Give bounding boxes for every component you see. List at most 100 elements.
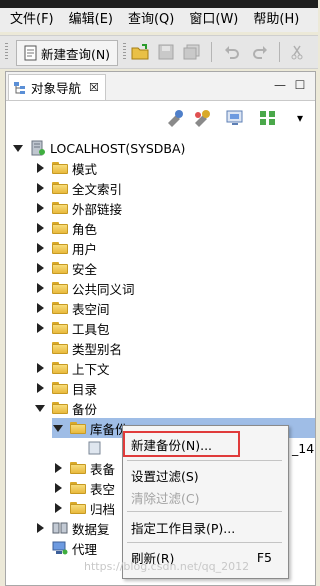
menu-separator bbox=[127, 542, 282, 543]
expand-icon[interactable] bbox=[34, 202, 46, 214]
cut-button[interactable] bbox=[287, 40, 307, 64]
tab-object-navigator[interactable]: 对象导航 ☒ bbox=[8, 74, 106, 100]
expand-icon[interactable] bbox=[34, 222, 46, 234]
tree-item-security[interactable]: 安全 bbox=[34, 258, 97, 278]
expand-all-icon[interactable] bbox=[258, 109, 278, 127]
toolbar-grip[interactable] bbox=[5, 43, 8, 61]
tree-label: 表空间 bbox=[72, 301, 110, 317]
new-query-label: 新建查询(N) bbox=[40, 46, 111, 62]
tree-label: 表空 bbox=[90, 481, 116, 497]
menu-file[interactable]: 文件(F) bbox=[0, 8, 59, 32]
tree-item-type-alias[interactable]: 类型别名 bbox=[34, 338, 122, 358]
menu-new-backup[interactable]: 新建备份(N)... bbox=[131, 433, 212, 455]
expand-icon[interactable] bbox=[34, 362, 46, 374]
watermark: https://blog.csdn.net/qq_2012 bbox=[84, 560, 250, 573]
tree-item-agent[interactable]: 代理 bbox=[34, 538, 97, 558]
tree-item-tablespace[interactable]: 表空间 bbox=[34, 298, 110, 318]
disconnect-icon[interactable] bbox=[192, 109, 212, 127]
tree-item-role[interactable]: 角色 bbox=[34, 218, 97, 238]
tree-label: 归档 bbox=[90, 501, 116, 517]
toolbar-grip[interactable] bbox=[123, 43, 126, 61]
expand-icon[interactable] bbox=[52, 482, 64, 494]
expand-icon[interactable] bbox=[34, 262, 46, 274]
folder-icon bbox=[52, 402, 68, 414]
tree-root[interactable]: LOCALHOST(SYSDBA) bbox=[12, 138, 185, 158]
panel-toolbar: ▾ bbox=[6, 102, 315, 134]
save-all-icon bbox=[183, 44, 200, 60]
folder-icon bbox=[52, 202, 68, 214]
expand-icon[interactable] bbox=[34, 182, 46, 194]
expand-icon[interactable] bbox=[52, 462, 64, 474]
expand-icon[interactable] bbox=[52, 502, 64, 514]
tree-label: 角色 bbox=[72, 221, 98, 237]
undo-button[interactable] bbox=[221, 40, 243, 64]
folder-icon bbox=[52, 242, 68, 254]
backup-file-suffix: _14 bbox=[292, 440, 315, 456]
expand-icon[interactable] bbox=[34, 282, 46, 294]
tree-item-table-backup[interactable]: 表备 bbox=[52, 458, 115, 478]
menu-window[interactable]: 窗口(W) bbox=[179, 8, 243, 32]
toolbar-separator bbox=[211, 42, 212, 62]
collapse-icon[interactable] bbox=[12, 142, 24, 154]
connect-icon[interactable] bbox=[165, 109, 185, 127]
menu-edit[interactable]: 编辑(E) bbox=[59, 8, 118, 32]
cut-icon bbox=[291, 45, 303, 60]
new-query-button[interactable]: 新建查询(N) bbox=[16, 40, 118, 66]
expand-icon[interactable] bbox=[34, 162, 46, 174]
expand-icon[interactable] bbox=[34, 382, 46, 394]
replication-icon bbox=[52, 522, 68, 534]
collapse-icon[interactable] bbox=[34, 402, 46, 414]
tree-item-tablespace-backup[interactable]: 表空 bbox=[52, 478, 115, 498]
collapse-icon[interactable] bbox=[52, 422, 64, 434]
close-tab-icon[interactable]: ☒ bbox=[89, 81, 99, 94]
window-top-edge bbox=[0, 0, 318, 8]
expand-icon[interactable] bbox=[34, 322, 46, 334]
tree-label: 备份 bbox=[72, 401, 98, 417]
tree-item-external-link[interactable]: 外部链接 bbox=[34, 198, 122, 218]
tree-item-context[interactable]: 上下文 bbox=[34, 358, 110, 378]
tree-item-directory[interactable]: 目录 bbox=[34, 378, 97, 398]
tree-item-package[interactable]: 工具包 bbox=[34, 318, 110, 338]
folder-icon bbox=[52, 182, 68, 194]
open-folder-button[interactable] bbox=[129, 40, 151, 64]
backup-file-icon bbox=[88, 441, 101, 455]
expand-icon[interactable] bbox=[34, 242, 46, 254]
menu-set-filter[interactable]: 设置过滤(S) bbox=[131, 464, 199, 486]
tree-item-fulltext-index[interactable]: 全文索引 bbox=[34, 178, 122, 198]
tree-label: 模式 bbox=[72, 161, 98, 177]
tree-label: 安全 bbox=[72, 261, 98, 277]
expand-icon[interactable] bbox=[34, 522, 46, 534]
redo-button[interactable] bbox=[249, 40, 271, 64]
minimize-icon[interactable]: — bbox=[272, 78, 288, 92]
main-toolbar: 新建查询(N) bbox=[0, 35, 318, 69]
folder-icon bbox=[70, 482, 86, 494]
menu-help[interactable]: 帮助(H) bbox=[243, 8, 304, 32]
maximize-icon[interactable]: ☐ bbox=[292, 78, 308, 92]
tree-label: 目录 bbox=[72, 381, 98, 397]
tree-item-data-replication[interactable]: 数据复 bbox=[34, 518, 110, 538]
toolbar-separator bbox=[279, 42, 280, 62]
expand-icon[interactable] bbox=[34, 302, 46, 314]
tree-item-public-synonym[interactable]: 公共同义词 bbox=[34, 278, 135, 298]
tree-item-user[interactable]: 用户 bbox=[34, 238, 97, 258]
tree-label: 工具包 bbox=[72, 321, 110, 337]
save-button[interactable] bbox=[155, 40, 177, 64]
menu-set-work-dir[interactable]: 指定工作目录(P)... bbox=[131, 516, 235, 538]
tree-item-backup[interactable]: 备份 bbox=[34, 398, 97, 418]
view-menu-icon[interactable]: ▾ bbox=[290, 109, 310, 127]
tree-item-schema[interactable]: 模式 bbox=[34, 158, 97, 178]
menu-bar: 文件(F) 编辑(E) 查询(Q) 窗口(W) 帮助(H) bbox=[0, 8, 318, 32]
menu-separator bbox=[127, 511, 282, 512]
menu-query[interactable]: 查询(Q) bbox=[118, 8, 179, 32]
tree-item-archive-backup[interactable]: 归档 bbox=[52, 498, 115, 518]
tree-label: 外部链接 bbox=[72, 201, 123, 217]
refresh-shortcut: F5 bbox=[256, 549, 272, 565]
save-all-button[interactable] bbox=[181, 40, 203, 64]
tab-title: 对象导航 bbox=[31, 81, 82, 96]
tree-label: 表备 bbox=[90, 461, 116, 477]
folder-icon bbox=[52, 362, 68, 374]
server-icon bbox=[31, 140, 45, 156]
monitor-icon[interactable] bbox=[225, 109, 245, 127]
agent-icon bbox=[52, 541, 68, 555]
tree-label: 公共同义词 bbox=[72, 281, 135, 297]
